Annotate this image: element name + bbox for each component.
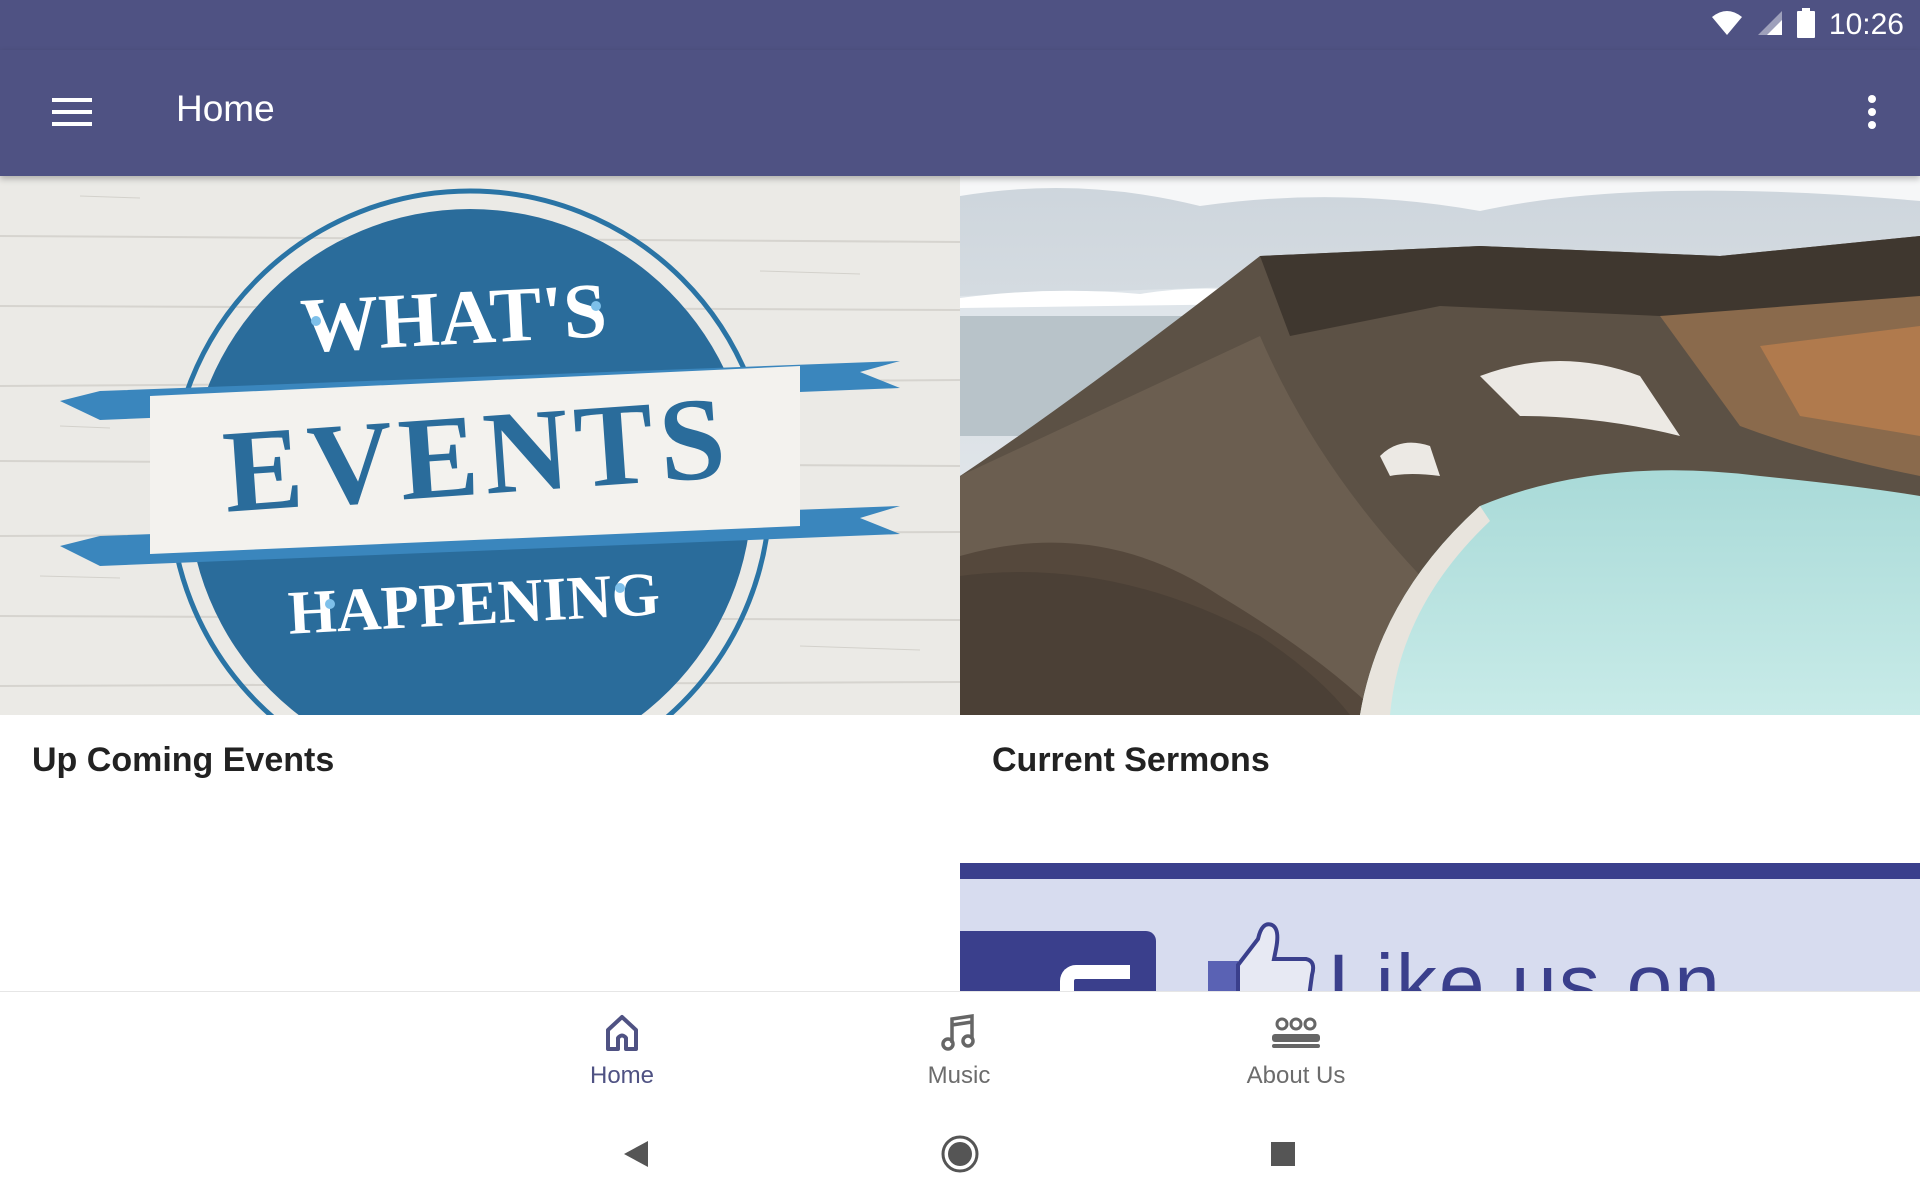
battery-icon bbox=[1796, 7, 1815, 43]
current-sermons-card[interactable]: Current Sermons bbox=[960, 176, 1920, 803]
system-navigation-bar bbox=[0, 1103, 1920, 1200]
home-circle-icon[interactable] bbox=[935, 1129, 985, 1179]
facebook-banner-text: Like us on bbox=[1328, 938, 1722, 991]
page-title: Home bbox=[176, 88, 275, 129]
nav-label-music: Music bbox=[927, 1062, 991, 1089]
nav-label-home: Home bbox=[589, 1062, 655, 1089]
events-image: WHAT'S EVENTS HAPPENING bbox=[0, 176, 960, 715]
upcoming-events-card[interactable]: WHAT'S EVENTS HAPPENING Up Coming Events bbox=[0, 176, 960, 803]
status-icons: 10:26 bbox=[1711, 7, 1904, 43]
recents-icon[interactable] bbox=[1258, 1129, 1308, 1179]
current-sermons-title: Current Sermons bbox=[992, 741, 1270, 779]
nav-item-about-us[interactable]: About Us bbox=[1196, 992, 1396, 1104]
back-icon[interactable] bbox=[611, 1129, 661, 1179]
facebook-logo-icon bbox=[960, 931, 1156, 991]
home-icon bbox=[602, 1012, 642, 1052]
nav-item-music[interactable]: Music bbox=[859, 992, 1059, 1104]
facebook-like-card[interactable]: Like us on bbox=[960, 863, 1920, 991]
cellular-signal-icon bbox=[1757, 10, 1783, 41]
nav-item-home[interactable]: Home bbox=[522, 992, 722, 1104]
thumbs-up-icon bbox=[1206, 919, 1316, 991]
upcoming-events-title: Up Coming Events bbox=[32, 741, 335, 779]
status-time: 10:26 bbox=[1828, 8, 1904, 41]
events-image-top-text: WHAT'S bbox=[298, 266, 608, 369]
more-vert-icon[interactable] bbox=[1848, 84, 1896, 140]
group-icon bbox=[1270, 1012, 1322, 1052]
music-note-icon bbox=[939, 1012, 979, 1052]
nav-label-about-us: About Us bbox=[1246, 1062, 1346, 1089]
home-content: WHAT'S EVENTS HAPPENING Up Coming Events bbox=[0, 176, 1920, 991]
wifi-icon bbox=[1711, 10, 1743, 41]
status-bar: 10:26 bbox=[0, 0, 1920, 50]
sermons-image bbox=[960, 176, 1920, 715]
hamburger-menu-icon[interactable] bbox=[36, 84, 108, 140]
bottom-navigation: Home Music About Us bbox=[0, 991, 1920, 1103]
app-bar: Home bbox=[0, 50, 1920, 176]
